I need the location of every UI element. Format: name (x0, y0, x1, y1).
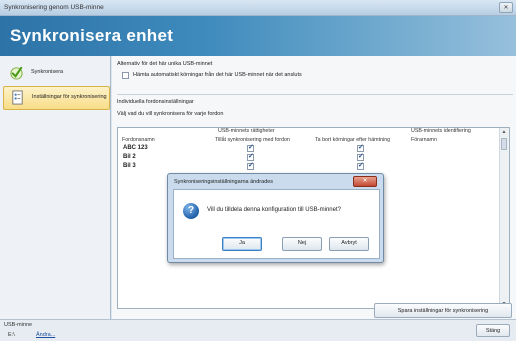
vehicle-name: Bil 3 (123, 163, 136, 169)
table-row[interactable]: Bil 3 (119, 161, 499, 171)
auto-fetch-checkbox[interactable] (122, 72, 129, 79)
divider (117, 94, 513, 95)
sidebar-item-installningar[interactable]: Inställningar för synkronisering (3, 86, 110, 110)
dialog-title: Synkroniseringsinställningarna ändrades (174, 179, 274, 185)
usb-status-bar: USB-minne E:\ Ändra... Stäng (0, 319, 516, 341)
cancel-button[interactable]: Avbryt (329, 237, 369, 251)
close-button[interactable]: Stäng (476, 324, 510, 337)
page-title: Synkronisera enhet (10, 26, 174, 45)
scroll-thumb[interactable] (501, 138, 507, 150)
dialog-close-button[interactable]: ✕ (353, 176, 377, 187)
title-bar: Synkronisering genom USB-minne ✕ (0, 0, 516, 16)
vehicle-name: ABC 123 (123, 145, 148, 151)
window-title: Synkronisering genom USB-minne (4, 4, 104, 11)
column-header-vehicle-name[interactable]: Fordonsnamn (122, 137, 155, 143)
auto-fetch-label: Hämta automatiskt körningar från det här… (133, 72, 302, 78)
yes-button[interactable]: Ja (222, 237, 262, 251)
grid-group-header-rights: USB-minnets rättigheter (218, 128, 275, 134)
section-subtitle-vehicles: Välj vad du vill synkronisera för varje … (117, 111, 224, 117)
delete-runs-checkbox[interactable] (357, 152, 364, 161)
change-usb-link[interactable]: Ändra... (36, 332, 55, 338)
sidebar-item-synkronisera[interactable]: Synkronisera (3, 62, 108, 84)
column-header-delete-runs[interactable]: Ta bort körningar efter hämtning (315, 137, 390, 143)
usb-drive-letter: E:\ (8, 332, 15, 338)
no-button[interactable]: Nej (282, 237, 322, 251)
window-close-button[interactable]: ✕ (499, 2, 513, 13)
dialog-body: ? Vill du tilldela denna konfiguration t… (173, 189, 380, 259)
grid-scrollbar[interactable]: ▲ ▼ (499, 128, 509, 308)
sidebar-item-label: Synkronisera (31, 69, 64, 75)
delete-runs-checkbox[interactable] (357, 143, 364, 152)
delete-runs-checkbox[interactable] (357, 161, 364, 170)
allow-sync-checkbox[interactable] (247, 152, 254, 161)
save-settings-button[interactable]: Spara inställningar för synkronisering (374, 303, 512, 318)
allow-sync-checkbox[interactable] (247, 161, 254, 170)
scroll-up-icon[interactable]: ▲ (501, 129, 507, 135)
sync-check-icon (10, 66, 23, 80)
dialog-message: Vill du tilldela denna konfiguration til… (207, 207, 341, 213)
section-title-vehicles: Individuella fordonsinställningar (117, 99, 194, 105)
table-row[interactable]: Bil 2 (119, 152, 499, 162)
table-row[interactable]: ABC 123 (119, 143, 499, 153)
section-title-usb-options: Alternativ för det här unika USB-minnet (117, 61, 213, 67)
grid-group-header-identification: USB-minnets identifiering (411, 128, 471, 134)
usb-label: USB-minne (4, 322, 33, 328)
settings-document-icon (12, 90, 23, 105)
vehicle-name: Bil 2 (123, 154, 136, 160)
allow-sync-checkbox[interactable] (247, 143, 254, 152)
sidebar: Synkronisera Inställningar för synkronis… (0, 56, 111, 319)
question-icon: ? (183, 203, 199, 219)
app-header: Synkronisera enhet (0, 16, 516, 56)
sidebar-item-label: Inställningar för synkronisering (32, 94, 107, 100)
column-header-driver-name[interactable]: Förarnamn (411, 137, 437, 143)
confirm-dialog: Synkroniseringsinställningarna ändrades … (167, 173, 384, 263)
